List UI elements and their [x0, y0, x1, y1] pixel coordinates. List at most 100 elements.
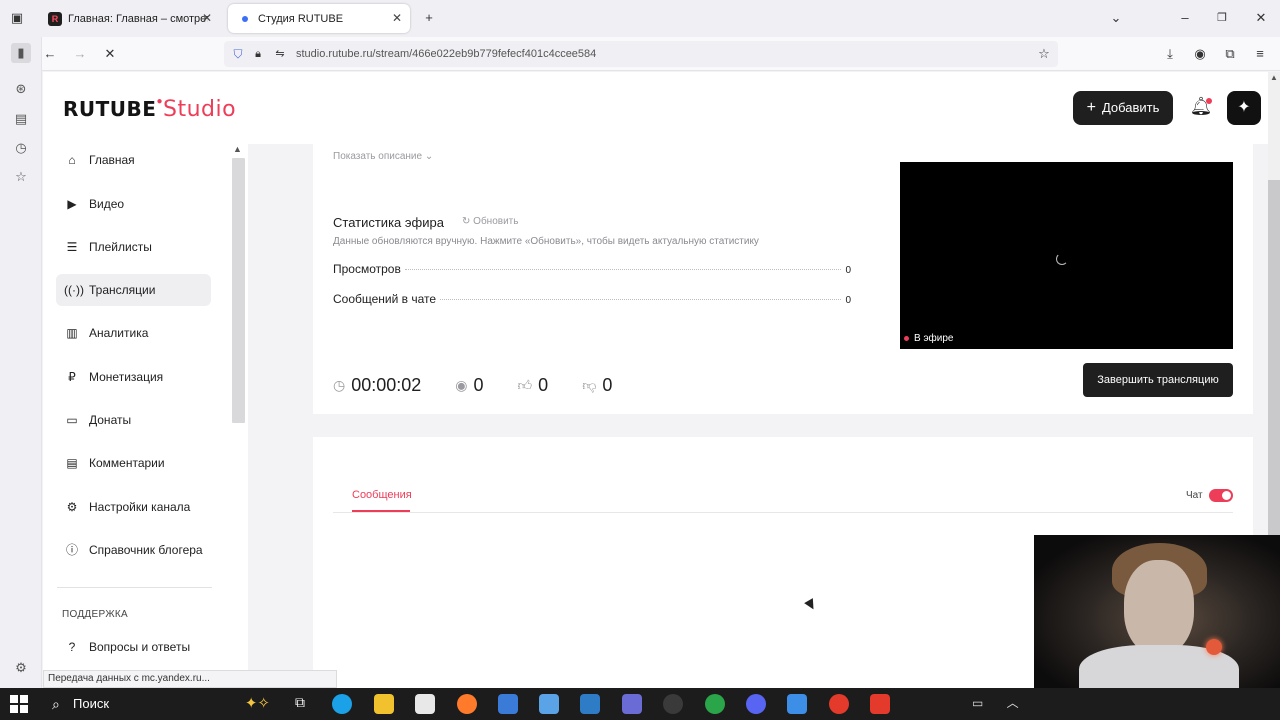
refresh-button[interactable]: ↻ Обновить [462, 216, 518, 227]
browser-tab-bar: ▣ R Главная: Главная – смотреть с ✕ Студ… [0, 0, 1280, 37]
tab-list-icon[interactable]: ▣ [7, 8, 27, 28]
app-icon-6[interactable] [787, 694, 807, 714]
likes-metric: 👍︎ 0 [517, 374, 549, 395]
logo-brand: RUTUBE [63, 97, 157, 121]
scroll-up-icon[interactable]: ▲ [233, 144, 242, 154]
app-icon-1[interactable] [498, 694, 518, 714]
discord-icon[interactable] [746, 694, 766, 714]
synced-tabs-icon[interactable]: ▤ [11, 109, 31, 129]
stop-icon[interactable]: ✕ [100, 44, 120, 64]
store-icon[interactable] [415, 694, 435, 714]
sidebar-item-channel-settings[interactable]: ⚙ Настройки канала [56, 491, 211, 523]
refresh-icon: ↻ [462, 216, 471, 227]
chrome-icon[interactable] [705, 694, 725, 714]
app-icon-5[interactable] [663, 694, 683, 714]
new-tab-icon[interactable]: + [419, 8, 439, 28]
info-icon: ⓘ [65, 543, 78, 557]
browser-sidebar: ▮ ⊛ ▤ ◷ ☆ ⚙ [0, 37, 42, 688]
maximize-icon[interactable]: ❐ [1212, 8, 1232, 28]
thumbs-down-icon: 👎︎ [582, 376, 597, 393]
bookmark-star-icon[interactable]: ☆ [1034, 44, 1054, 64]
tabs-divider [333, 512, 1233, 513]
support-heading: ПОДДЕРЖКА [62, 609, 128, 620]
playlist-icon: ☰ [66, 240, 78, 254]
broadcast-icon: ((·)) [64, 283, 84, 297]
avatar[interactable]: ✦ [1227, 91, 1261, 125]
live-badge: В эфире [904, 333, 954, 344]
video-icon: ▶ [67, 197, 77, 211]
tab-title: Студия RUTUBE [258, 12, 344, 25]
permissions-icon[interactable]: ⇋ [270, 44, 290, 64]
sidebar-item-blogger-guide[interactable]: ⓘ Справочник блогера [56, 534, 211, 566]
app-icon-4[interactable] [622, 694, 642, 714]
show-description-link[interactable]: Показать описание ⌄ [333, 151, 433, 162]
sidebar-scrollbar-thumb[interactable] [232, 158, 245, 423]
account-icon[interactable]: ◉ [1190, 44, 1210, 64]
search-icon: ⌕ [52, 696, 60, 712]
browser-tab-rutube-studio[interactable]: Студия RUTUBE ✕ [228, 4, 410, 33]
system-tray[interactable]: ▭ ︿ [972, 694, 1019, 711]
sidebar-item-comments[interactable]: ▤ Комментарии [56, 447, 211, 479]
sidebar-item-home[interactable]: ⌂ Главная [56, 144, 211, 176]
plus-icon: + [1086, 99, 1096, 116]
close-tab-icon[interactable]: ✕ [202, 11, 212, 25]
extensions-icon[interactable]: ⧉ [1220, 44, 1240, 64]
comment-icon: ▤ [66, 456, 78, 470]
rutube-favicon: R [48, 11, 62, 26]
forward-icon[interactable]: → [70, 44, 90, 64]
minimize-icon[interactable]: – [1175, 8, 1195, 28]
help-icon: ? [68, 640, 76, 654]
menu-icon[interactable]: ≡ [1250, 44, 1270, 64]
studio-sidebar: ⌂ Главная ▶ Видео ☰ Плейлисты ((·)) Трансляц… [43, 144, 248, 688]
shield-icon[interactable]: ⛉ [228, 44, 248, 64]
gear-icon: ⚙ [66, 500, 78, 514]
lock-icon[interactable]: 🔒︎ [248, 44, 268, 64]
live-dot-icon [904, 336, 909, 341]
firefox-icon[interactable] [457, 694, 477, 714]
download-icon[interactable]: ⤓ [1160, 44, 1180, 64]
sidebar-item-donations[interactable]: ▭ Донаты [56, 404, 211, 436]
windows-start-icon[interactable] [10, 695, 28, 713]
browser-tab-rutube-home[interactable]: R Главная: Главная – смотреть с ✕ [40, 4, 220, 33]
yandex-browser-icon[interactable] [829, 694, 849, 714]
sidebar-item-analytics[interactable]: ▥ Аналитика [56, 317, 211, 349]
sidebar-item-monetization[interactable]: ₽ Монетизация [56, 361, 211, 393]
sidebar-item-broadcasts[interactable]: ((·)) Трансляции [56, 274, 211, 306]
taskbar-search[interactable]: ⌕ Поиск ✦✧ [40, 690, 270, 718]
chevron-down-icon[interactable]: ⌄ [1106, 8, 1126, 28]
sidebar-item-playlists[interactable]: ☰ Плейлисты [56, 231, 211, 263]
edge-icon[interactable] [332, 694, 352, 714]
rutube-studio-logo[interactable]: RUTUBE●Studio [63, 96, 236, 122]
tab-messages[interactable]: Сообщения [352, 489, 412, 501]
sparkle-icon: ✦✧ [244, 695, 270, 712]
toggle-knob [1222, 491, 1231, 500]
task-view-icon[interactable]: ⧉ [290, 694, 310, 714]
back-icon[interactable]: ← [40, 44, 60, 64]
close-window-icon[interactable]: ✕ [1251, 8, 1271, 28]
sidebar-toggle-icon[interactable]: ▮ [11, 43, 31, 63]
history-icon[interactable]: ◷ [11, 138, 31, 158]
close-tab-icon[interactable]: ✕ [392, 11, 402, 25]
sidebar-item-video[interactable]: ▶ Видео [56, 188, 211, 220]
chat-toggle[interactable] [1209, 489, 1233, 502]
page-scroll-up-icon[interactable]: ▲ [1270, 73, 1278, 82]
notification-dot [1206, 98, 1212, 104]
end-stream-button[interactable]: Завершить трансляцию [1083, 363, 1233, 397]
url-text: studio.rutube.ru/stream/466e022eb9b779fe… [296, 48, 597, 60]
add-button[interactable]: + Добавить [1073, 91, 1173, 125]
bookmarks-icon[interactable]: ☆ [11, 167, 31, 187]
duration-metric: ◷ 00:00:02 [333, 374, 422, 395]
app-icon-3[interactable] [580, 694, 600, 714]
wallet-icon: ▭ [66, 413, 78, 427]
loading-dot-icon [242, 15, 248, 22]
address-bar[interactable]: ⛉ 🔒︎ ⇋ studio.rutube.ru/stream/466e022eb… [224, 41, 1058, 67]
notifications-bell-icon[interactable]: 🔔︎ [1189, 96, 1213, 120]
home-icon: ⌂ [68, 153, 76, 167]
customize-sidebar-icon[interactable]: ⚙ [11, 658, 31, 678]
sidebar-item-faq[interactable]: ? Вопросы и ответы [56, 631, 211, 663]
yandex-icon[interactable] [870, 694, 890, 714]
status-bar-url: Передача данных с mc.yandex.ru... [43, 670, 337, 688]
app-icon-2[interactable] [539, 694, 559, 714]
ai-chat-icon[interactable]: ⊛ [11, 79, 31, 99]
file-explorer-icon[interactable] [374, 694, 394, 714]
